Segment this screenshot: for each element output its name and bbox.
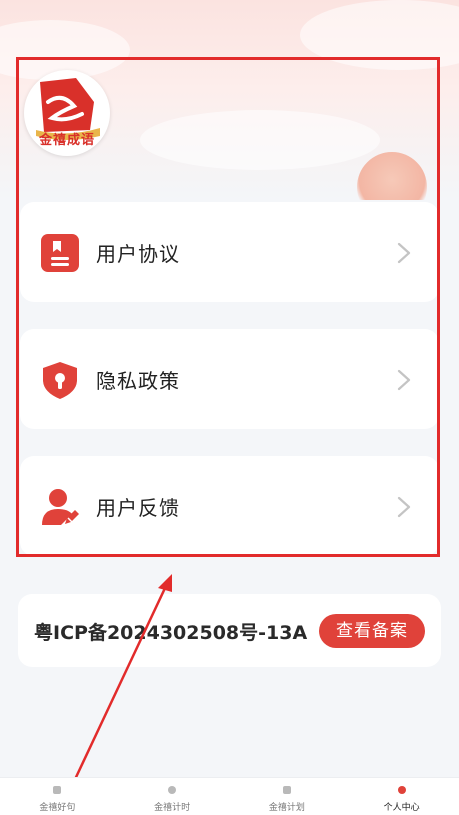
tab-label: 金禧计时 — [154, 803, 191, 813]
chevron-right-icon — [397, 369, 411, 391]
menu-item-privacy-policy[interactable]: 隐私政策 — [20, 329, 439, 429]
user-icon — [397, 786, 406, 794]
calendar-icon — [282, 786, 291, 794]
tab-plan[interactable]: 金禧计划 — [230, 778, 345, 815]
decorative-sun — [357, 152, 427, 200]
view-record-button[interactable]: 查看备案 — [319, 614, 425, 648]
document-icon — [41, 234, 79, 272]
bottom-tab-bar: 金禧好句 金禧计时 金禧计划 个人中心 — [0, 777, 459, 815]
tab-label: 金禧好句 — [39, 803, 76, 813]
avatar-text: 金禧成语 — [38, 133, 95, 148]
avatar[interactable]: 金禧成语 — [24, 70, 110, 156]
tab-label: 个人中心 — [383, 803, 420, 813]
chevron-right-icon — [397, 242, 411, 264]
icp-record-text: 粤ICP备2024302508号-13A — [34, 622, 308, 644]
menu-item-label: 用户协议 — [96, 242, 180, 266]
tab-timer[interactable]: 金禧计时 — [115, 778, 230, 815]
tab-personal-center[interactable]: 个人中心 — [344, 778, 459, 815]
shield-lock-icon — [43, 362, 77, 399]
user-edit-icon — [42, 489, 79, 525]
menu-item-label: 用户反馈 — [96, 496, 180, 520]
clock-icon — [168, 786, 177, 794]
icp-record-card: 粤ICP备2024302508号-13A 查看备案 — [18, 594, 441, 667]
folder-icon — [53, 786, 62, 794]
tab-golden-sentences[interactable]: 金禧好句 — [0, 778, 115, 815]
tab-label: 金禧计划 — [268, 803, 305, 813]
menu-item-label: 隐私政策 — [96, 369, 180, 393]
menu-item-user-feedback[interactable]: 用户反馈 — [20, 456, 439, 556]
chevron-right-icon — [397, 496, 411, 518]
menu-item-user-agreement[interactable]: 用户协议 — [20, 202, 439, 302]
